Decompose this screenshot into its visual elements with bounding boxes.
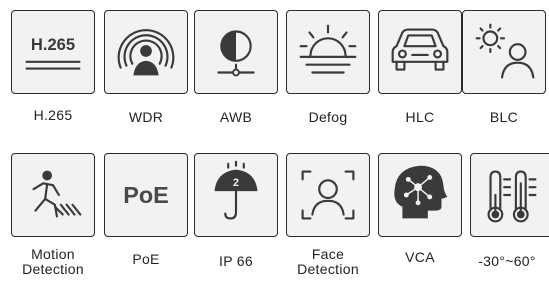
face-detection-icon: [301, 170, 355, 220]
temperature-tile: [470, 153, 549, 237]
face-detection-tile: [286, 153, 370, 237]
blc-tile: [462, 10, 546, 94]
awb-label: AWB: [219, 109, 253, 125]
poe-icon-text: PoE: [123, 182, 169, 208]
awb-tile: [194, 10, 278, 94]
h265-label: H.265: [33, 107, 73, 123]
awb-icon: [217, 30, 255, 77]
ip66-tile: 2: [194, 153, 278, 237]
poe-icon: PoE: [123, 182, 169, 208]
blc-icon: [475, 23, 535, 79]
poe-tile: PoE: [104, 153, 188, 237]
face-detection-label-line2: Detection: [297, 261, 359, 277]
ip66-icon-text: 2: [233, 177, 239, 189]
defog-label: Defog: [308, 109, 348, 125]
h265-tile: H.265: [11, 10, 95, 94]
motion-detection-label-line1: Motion: [31, 246, 75, 262]
h265-icon-text: H.265: [31, 35, 75, 54]
face-detection-label: Face Detection: [278, 247, 378, 277]
wdr-icon: [117, 29, 175, 76]
motion-detection-tile: [11, 153, 95, 237]
hlc-car-icon: [391, 28, 449, 71]
h265-icon: H.265: [25, 35, 81, 70]
vca-tile: [378, 153, 462, 237]
poe-label: PoE: [132, 251, 160, 267]
ip66-label: IP 66: [219, 253, 253, 269]
wdr-tile: [104, 10, 188, 94]
defog-icon: [299, 24, 357, 74]
wdr-label: WDR: [128, 109, 164, 125]
thermometer-icon: [487, 170, 537, 223]
defog-tile: [286, 10, 370, 94]
motion-detection-icon: [32, 170, 82, 218]
motion-detection-label: Motion Detection: [3, 247, 103, 277]
face-detection-label-line1: Face: [311, 246, 345, 262]
motion-detection-label-line2: Detection: [22, 261, 84, 277]
hlc-tile: [378, 10, 462, 94]
ip66-umbrella-icon: 2: [214, 160, 258, 220]
vca-label: VCA: [405, 249, 435, 265]
vca-head-icon: [394, 165, 448, 219]
temperature-label: -30°~60°: [478, 254, 536, 269]
blc-label: BLC: [489, 109, 519, 125]
